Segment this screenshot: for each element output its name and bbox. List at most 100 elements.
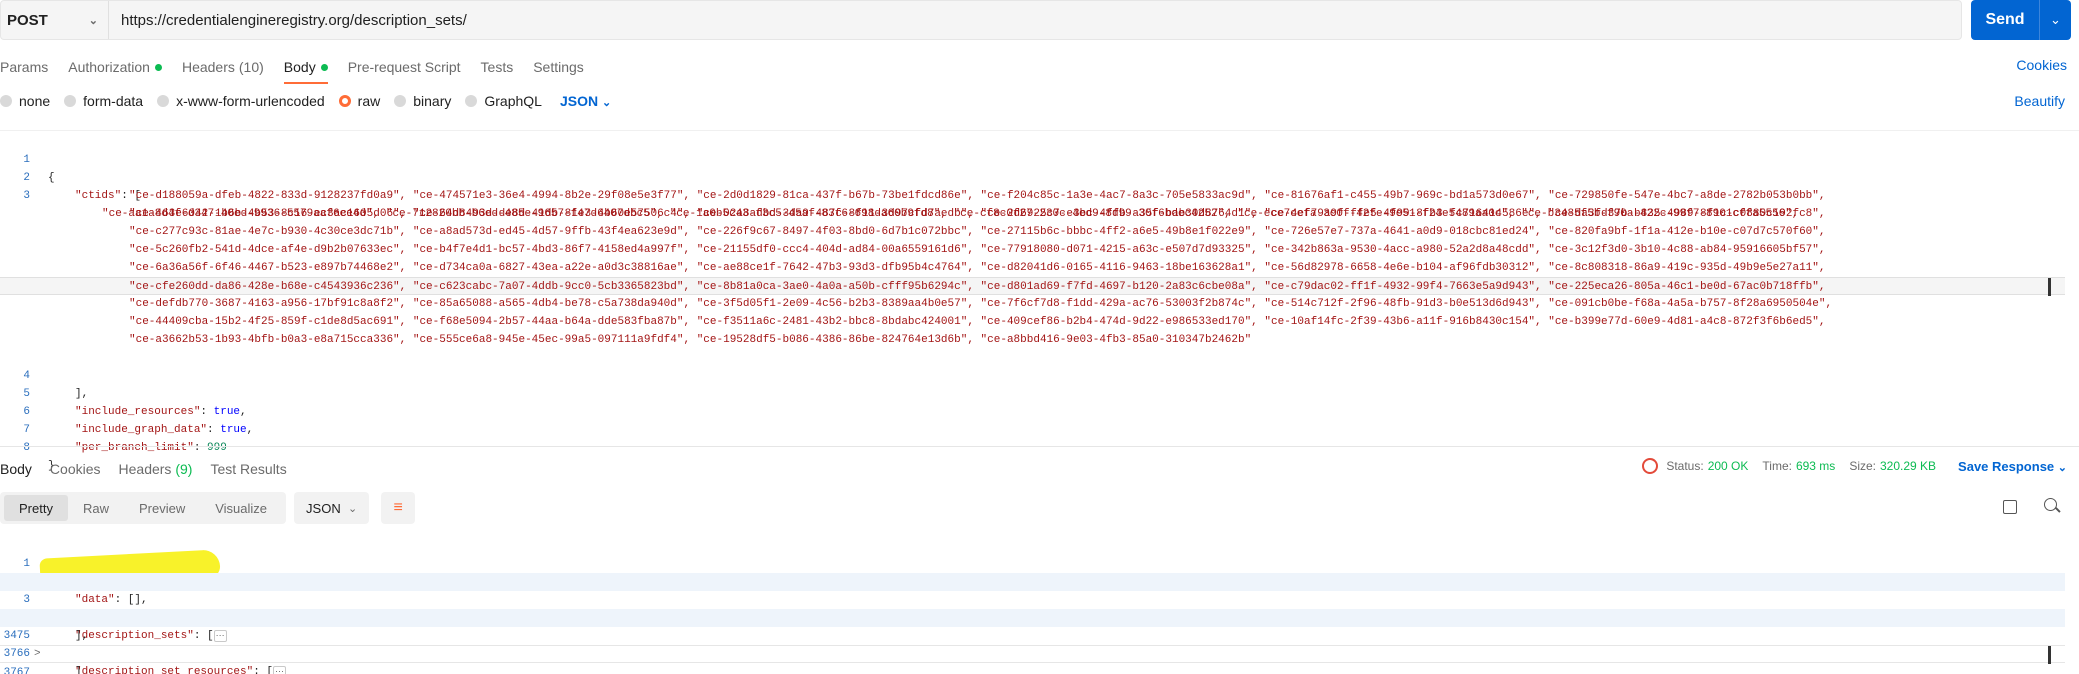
radio-urlencoded[interactable]: x-www-form-urlencoded (157, 93, 325, 109)
collapsed-indicator[interactable]: ⋯ (273, 666, 287, 674)
code-line: 3 > "description_sets": [⋯ (0, 573, 2065, 642)
code-line: "ce-6a36a56f-6f46-4467-b523-e897b74468e2… (0, 259, 2065, 277)
json-string: "ce-cfe260dd-da86-428e-b68e-c4543936c236… (129, 281, 1826, 293)
tab-label: Params (0, 59, 49, 75)
tab-label: Headers (181, 59, 235, 75)
time-value[interactable]: 693 ms (1796, 459, 1835, 473)
tab-body[interactable]: Body (283, 52, 328, 84)
radio-icon (465, 95, 478, 107)
request-body-editor[interactable]: 1 { 2 "ctids": [ 3 "ce-aa1a8d4f-d347-40e… (0, 130, 2079, 472)
tab-response-body[interactable]: Body (0, 461, 32, 477)
view-pretty[interactable]: Pretty (4, 495, 68, 521)
radio-label: GraphQL (484, 93, 542, 109)
tab-settings[interactable]: Settings (533, 52, 584, 82)
tab-authorization[interactable]: Authorization (68, 52, 162, 82)
cursor-marker (2048, 278, 2051, 296)
request-tabs: Params Authorization Headers (10) Body Pr… (0, 52, 2079, 84)
code-line: "ce-d188059a-dfeb-4822-833d-9128237fd0a9… (0, 187, 2065, 205)
json-string: "ce-defdb770-3687-4163-a956-17bf91c8a8f2… (129, 298, 1833, 310)
status-dot-icon (154, 63, 162, 71)
code-line: "ce-a3662b53-1b93-4bfb-b0a3-e8a715cca336… (0, 331, 2065, 349)
radio-label: x-www-form-urlencoded (176, 93, 325, 109)
json-string: "ce-6a36a56f-6f46-4467-b523-e897b74468e2… (129, 262, 1826, 274)
chevron-down-icon: ⌄ (88, 14, 98, 27)
tab-params[interactable]: Params (0, 52, 48, 82)
cookies-link[interactable]: Cookies (2016, 57, 2067, 73)
json-string: "ce-d188059a-dfeb-4822-833d-9128237fd0a9… (129, 190, 1826, 202)
method-select[interactable]: POST ⌄ (1, 1, 109, 39)
code-line: "ce-44409cba-15b2-4f25-859f-c1de8d5ac691… (0, 313, 2065, 331)
code-line: 6 "include_graph_data": true, (0, 385, 2065, 436)
time-label: Time: (1762, 459, 1792, 473)
view-visualize[interactable]: Visualize (200, 495, 282, 521)
code-line-current: "ce-cfe260dd-da86-428e-b68e-c4543936c236… (0, 277, 2065, 296)
search-icon[interactable] (2044, 498, 2057, 511)
radio-graphql[interactable]: GraphQL (465, 93, 542, 109)
radio-icon (64, 95, 77, 107)
tab-headers[interactable]: Headers (10) (182, 52, 264, 82)
chevron-down-icon: ⌄ (2057, 461, 2067, 474)
code-line: 3475 > "description_set_resources": [⋯ (0, 609, 2065, 674)
view-preview[interactable]: Preview (124, 495, 200, 521)
wrap-lines-icon[interactable]: ≡ (381, 492, 416, 524)
tab-test-results[interactable]: Test Results (210, 461, 286, 477)
size-value[interactable]: 320.29 KB (1880, 459, 1936, 473)
status-value[interactable]: 200 OK (1708, 459, 1749, 473)
radio-label: none (19, 93, 51, 109)
format-select[interactable]: JSON ⌄ (560, 93, 611, 109)
radio-none[interactable]: none (0, 93, 50, 109)
radio-selected-icon (338, 95, 351, 107)
json-string: "ce-a3662b53-1b93-4bfb-b0a3-e8a715cca336… (129, 334, 1252, 346)
code-text: ] (75, 666, 82, 674)
copy-icon[interactable] (2003, 500, 2017, 514)
radio-label: binary (413, 93, 452, 109)
json-key: "per_branch_limit" (75, 442, 194, 454)
code-line: 1 { (0, 133, 2065, 184)
response-format-select[interactable]: JSON ⌄ (294, 492, 370, 524)
response-toolbar: Pretty Raw Preview Visualize JSON ⌄ ≡ (0, 492, 416, 524)
send-label: Send (1985, 11, 2025, 28)
tab-label: Pre-request Script (347, 59, 461, 75)
response-body-viewer[interactable]: 1 { 2 "data": [], 3 > "description_sets"… (0, 537, 2079, 674)
tab-response-cookies[interactable]: Cookies (50, 461, 101, 477)
url-input[interactable]: https://credentialengineregistry.org/des… (109, 12, 467, 29)
tab-tests[interactable]: Tests (481, 52, 514, 82)
code-line: 5 "include_resources": true, (0, 367, 2065, 418)
response-status: Status: 200 OK Time: 693 ms Size: 320.29 KB… (1642, 458, 2067, 474)
code-line: 4 ], (0, 349, 2065, 400)
json-string: "ce-463e6042-1b6b-4b53-8c16-ec3ac1605d06… (129, 208, 1826, 220)
view-raw[interactable]: Raw (68, 495, 124, 521)
save-response-label: Save Response (1958, 458, 2055, 474)
chevron-down-icon[interactable]: ⌄ (2040, 12, 2071, 28)
code-line: 3 "ce-aa1a8d4f-d347-40ed-9936-5579aaf6ee… (0, 169, 2065, 220)
code-line: 3474 ], (0, 591, 2065, 642)
tab-response-headers[interactable]: Headers (9) (119, 461, 193, 477)
pane-divider[interactable] (0, 446, 2079, 447)
code-line: "ce-5c260fb2-541d-4dce-af4e-d9b2b07633ec… (0, 241, 2065, 259)
method-label: POST (7, 11, 48, 29)
chevron-down-icon: ⌄ (601, 97, 612, 109)
radio-icon (0, 95, 12, 107)
format-label: JSON (306, 500, 341, 516)
tab-prerequest-script[interactable]: Pre-request Script (348, 52, 461, 82)
code-line: "ce-c277c93c-81ae-4e7c-b930-4c30ce3dc71b… (0, 223, 2065, 241)
tab-label: Body (283, 59, 316, 75)
code-line: 2 "ctids": [ (0, 151, 2065, 202)
tab-label: Tests (480, 59, 514, 75)
json-string: "ce-44409cba-15b2-4f25-859f-c1de8d5ac691… (129, 316, 1826, 328)
format-label: JSON (559, 93, 599, 109)
radio-raw[interactable]: raw (338, 93, 381, 109)
globe-icon[interactable] (1642, 458, 1659, 474)
radio-binary[interactable]: binary (394, 93, 451, 109)
beautify-link[interactable]: Beautify (2014, 93, 2065, 109)
json-string: "ce-5c260fb2-541d-4dce-af4e-d9b2b07633ec… (129, 244, 1826, 256)
status-label: Status: (1666, 459, 1704, 473)
send-button[interactable]: Send ⌄ (1971, 0, 2071, 40)
code-line: 8 } (0, 421, 2065, 472)
radio-form-data[interactable]: form-data (64, 93, 143, 109)
save-response-button[interactable]: Save Response ⌄ (1958, 459, 2067, 474)
tab-count: (9) (175, 461, 193, 477)
line-number: 3767 (3, 667, 30, 674)
radio-label: raw (357, 93, 381, 109)
code-line: "ce-defdb770-3687-4163-a956-17bf91c8a8f2… (0, 295, 2065, 313)
